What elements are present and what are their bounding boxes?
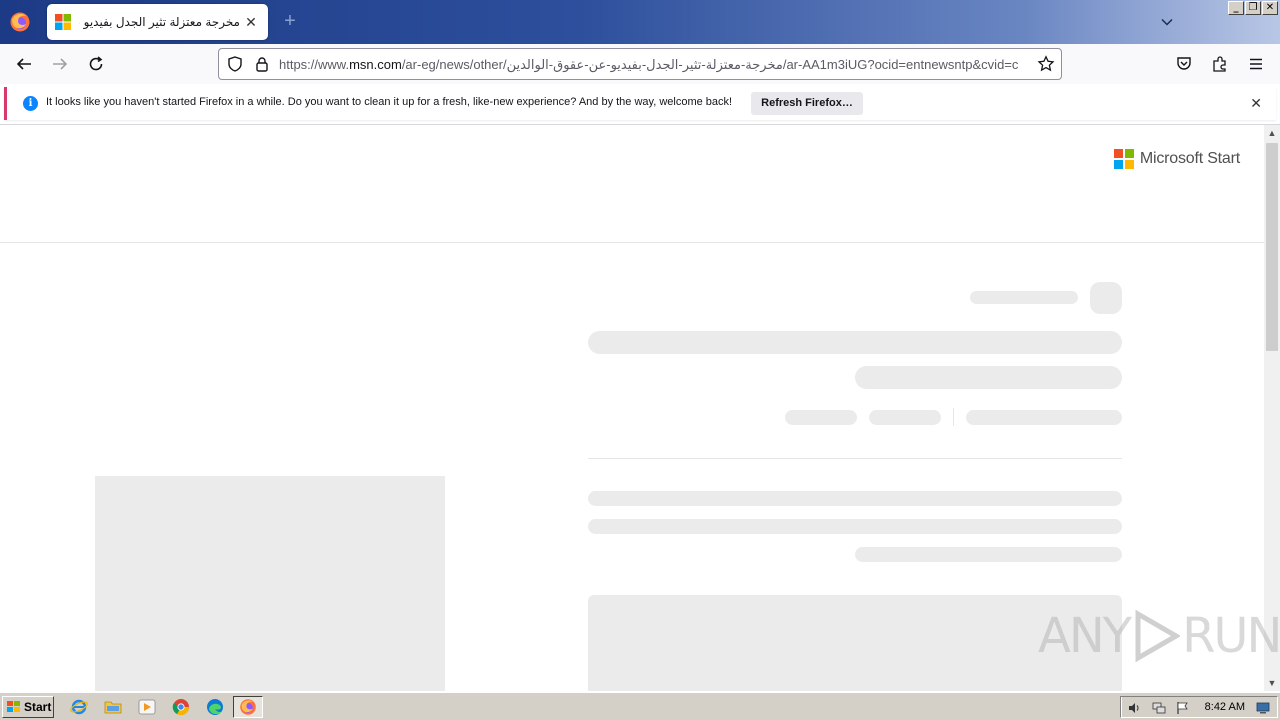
reload-icon	[89, 56, 103, 71]
new-tab-button[interactable]: +	[280, 11, 300, 32]
refresh-firefox-notification: i It looks like you haven't started Fire…	[4, 87, 1276, 120]
desktop-icon	[1256, 702, 1270, 714]
monitor-network-icon	[1152, 702, 1166, 714]
taskbar-clock[interactable]: 8:42 AM	[1205, 701, 1245, 713]
firefox-icon	[240, 699, 256, 715]
scroll-down-arrow-icon[interactable]: ▼	[1264, 675, 1280, 691]
address-bar[interactable]: https://www.msn.com/ar-eg/news/other/مخر…	[218, 48, 1062, 80]
close-window-button[interactable]: ✕	[1262, 1, 1278, 15]
taskbar-internet-explorer[interactable]	[70, 698, 88, 716]
tab-strip: مخرجة معتزلة تثير الجدل بفيديو عن ✕ + _ …	[0, 0, 1280, 44]
notification-message: It looks like you haven't started Firefo…	[46, 96, 733, 108]
puzzle-icon	[1213, 56, 1226, 72]
microsoft-start-logo[interactable]: Microsoft Start	[1113, 149, 1240, 169]
show-desktop-icon[interactable]	[1255, 700, 1271, 716]
skeleton-body-line-3	[855, 547, 1122, 562]
web-page-content: Microsoft Start	[0, 125, 1264, 691]
firefox-icon	[10, 12, 30, 32]
taskbar-chrome[interactable]	[172, 698, 190, 716]
back-button[interactable]	[14, 54, 34, 74]
taskbar-file-explorer[interactable]	[104, 698, 122, 716]
internet-explorer-icon	[70, 699, 88, 715]
skeleton-meta-2	[869, 410, 941, 425]
flag-icon	[1177, 702, 1188, 714]
media-player-icon	[138, 699, 156, 715]
article-divider	[588, 458, 1122, 459]
start-label: Start	[24, 700, 52, 714]
chrome-icon	[172, 699, 190, 716]
chevron-down-icon	[1161, 18, 1173, 26]
tab-title: مخرجة معتزلة تثير الجدل بفيديو عن	[79, 15, 240, 29]
browser-tab-active[interactable]: مخرجة معتزلة تثير الجدل بفيديو عن ✕	[47, 4, 268, 40]
pocket-button[interactable]	[1174, 54, 1194, 74]
extensions-button[interactable]	[1210, 54, 1230, 74]
speaker-icon	[1129, 703, 1139, 713]
list-all-tabs-button[interactable]	[1157, 12, 1177, 32]
skeleton-meta-3	[966, 410, 1122, 425]
notification-close-icon[interactable]: ✕	[1250, 95, 1262, 112]
vertical-scrollbar[interactable]: ▲ ▼	[1264, 125, 1280, 691]
firefox-view-button[interactable]	[8, 10, 32, 34]
microsoft-logo-icon	[55, 14, 71, 30]
arrow-right-icon	[53, 58, 68, 70]
watermark-text-left: ANY	[1038, 608, 1132, 664]
tab-close-icon[interactable]: ✕	[242, 13, 260, 31]
play-triangle-icon	[1135, 610, 1181, 662]
network-icon[interactable]	[1151, 700, 1167, 716]
scrollbar-thumb[interactable]	[1266, 143, 1278, 351]
tracking-protection-shield-icon[interactable]	[227, 56, 243, 72]
skeleton-body-line-1	[588, 491, 1122, 506]
folder-icon	[104, 701, 122, 714]
edge-icon	[207, 699, 223, 715]
skeleton-ad-block	[95, 476, 445, 691]
hamburger-menu-icon	[1250, 58, 1262, 70]
watermark-text-right: RUN	[1182, 608, 1280, 664]
screen: مخرجة معتزلة تثير الجدل بفيديو عن ✕ + _ …	[0, 0, 1280, 720]
skeleton-title-line-2	[855, 366, 1122, 389]
taskbar-firefox[interactable]	[239, 698, 257, 716]
skeleton-source-name	[970, 291, 1078, 304]
windows-taskbar: Start 8:42 AM	[0, 692, 1280, 720]
reload-button[interactable]	[86, 54, 106, 74]
header-divider	[0, 242, 1264, 243]
action-center-icon[interactable]	[1175, 700, 1191, 716]
taskbar-edge[interactable]	[206, 698, 224, 716]
windows-flag-icon	[7, 701, 20, 712]
anyrun-watermark: ANY RUN	[1038, 608, 1280, 664]
lock-icon[interactable]	[254, 56, 270, 72]
skeleton-title-line-1	[588, 331, 1122, 354]
minimize-button[interactable]: _	[1228, 1, 1244, 15]
meta-separator	[953, 408, 954, 426]
skeleton-source-logo	[1090, 282, 1122, 314]
brand-name: Microsoft Start	[1139, 150, 1240, 167]
forward-button[interactable]	[50, 54, 70, 74]
skeleton-meta-1	[785, 410, 857, 425]
app-menu-button[interactable]	[1246, 54, 1266, 74]
refresh-firefox-button[interactable]: Refresh Firefox…	[751, 92, 863, 115]
system-tray: 8:42 AM	[1120, 696, 1278, 718]
arrow-left-icon	[16, 58, 31, 70]
skeleton-body-line-2	[588, 519, 1122, 534]
navigation-toolbar: https://www.msn.com/ar-eg/news/other/مخر…	[0, 44, 1280, 84]
window-controls: _ ❐ ✕	[1228, 1, 1278, 15]
start-button[interactable]: Start	[2, 696, 54, 718]
scroll-up-arrow-icon[interactable]: ▲	[1264, 125, 1280, 141]
pocket-icon	[1177, 57, 1191, 70]
volume-icon[interactable]	[1127, 700, 1143, 716]
restore-button[interactable]: ❐	[1245, 1, 1261, 15]
url-text: https://www.msn.com/ar-eg/news/other/مخر…	[279, 57, 1019, 72]
info-icon: i	[23, 96, 38, 111]
taskbar-media-player[interactable]	[138, 698, 156, 716]
bookmark-star-icon[interactable]	[1037, 55, 1055, 73]
microsoft-logo-icon	[1113, 149, 1134, 169]
